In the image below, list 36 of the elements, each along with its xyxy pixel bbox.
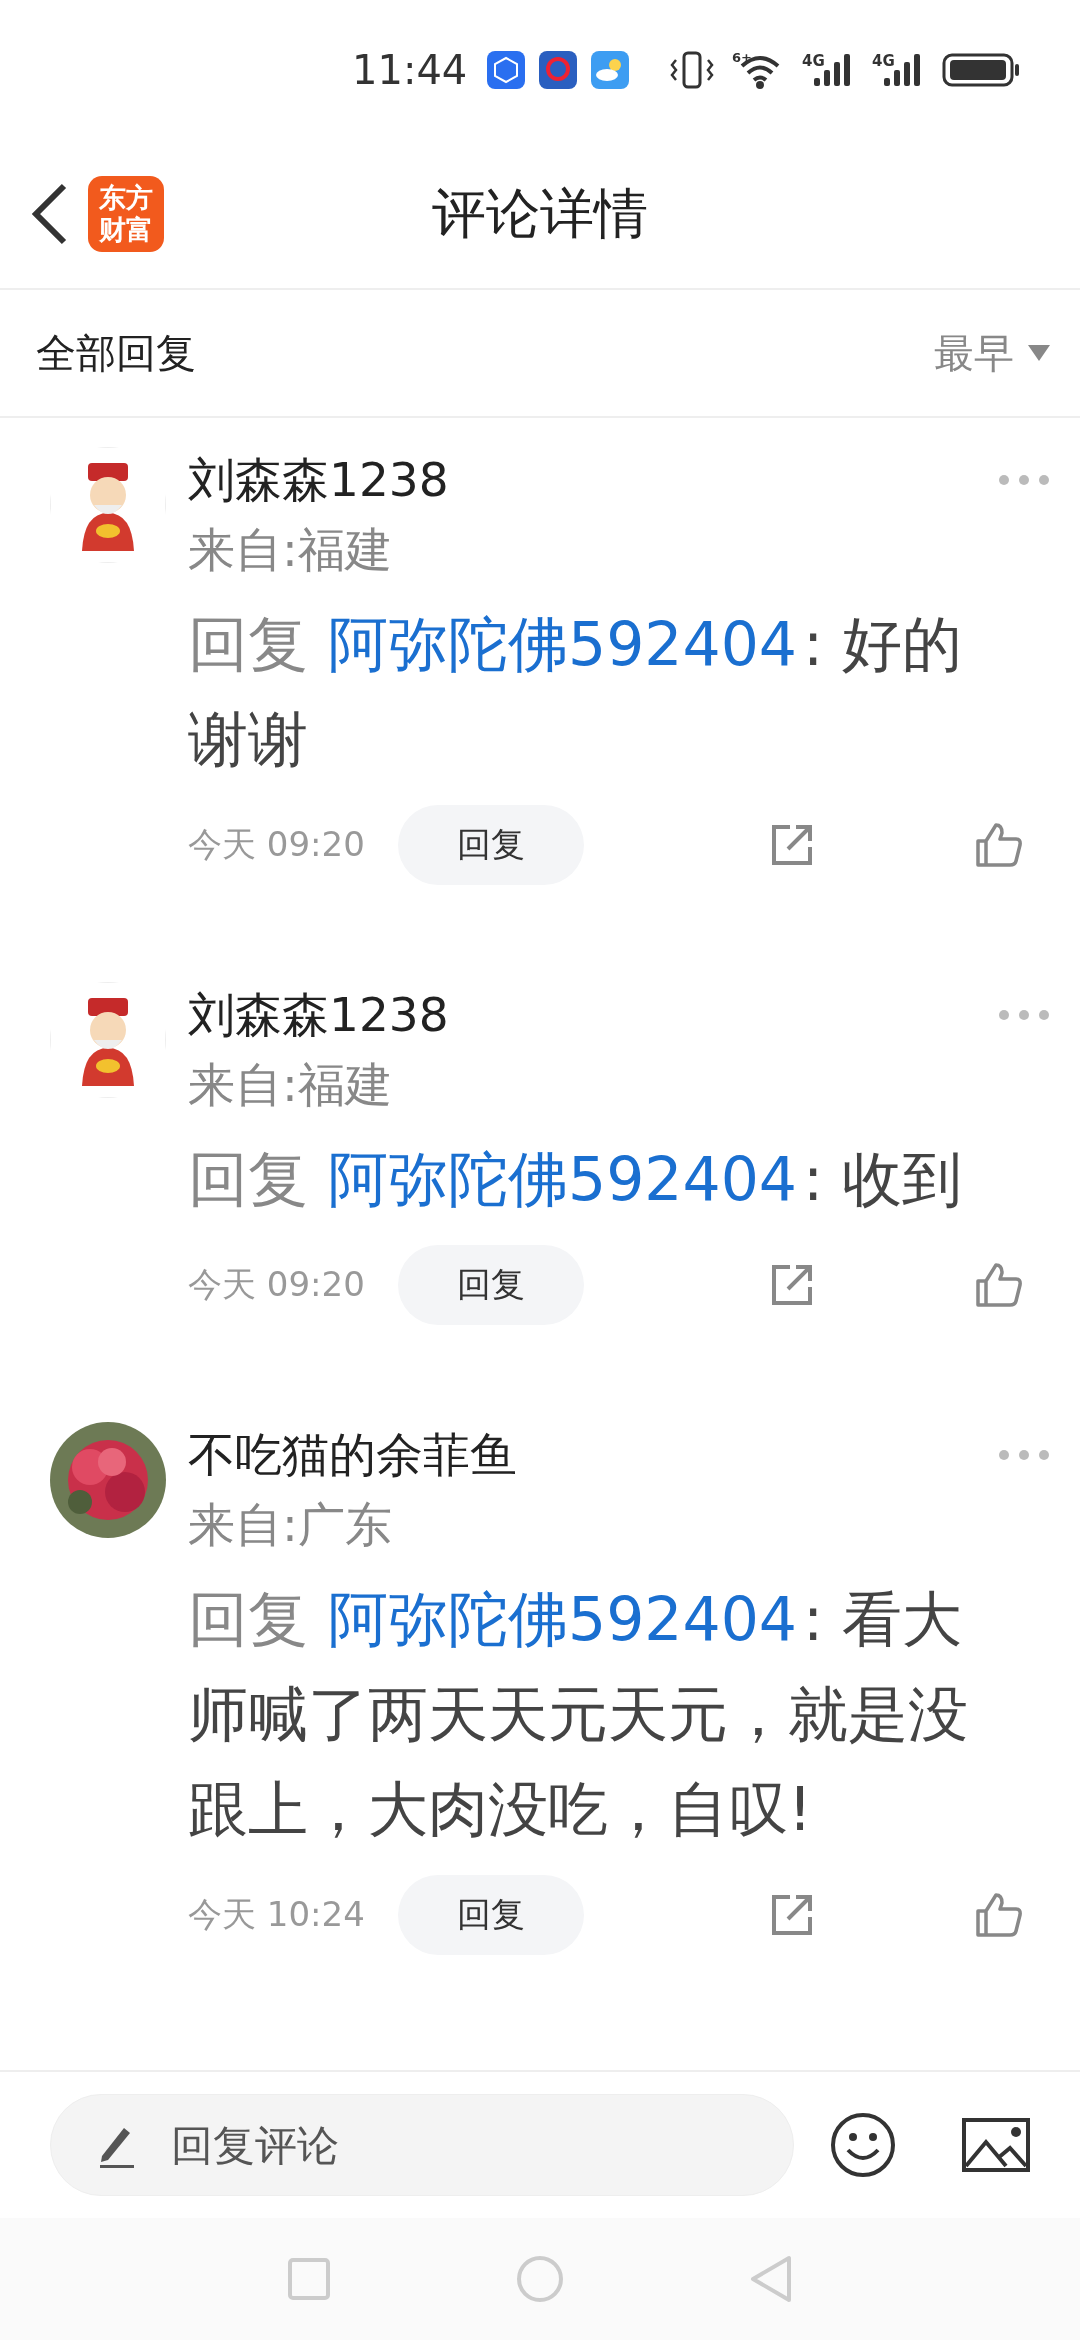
reply-button[interactable]: 回复 — [398, 1245, 584, 1325]
more-icon[interactable] — [998, 474, 1050, 486]
caret-icon — [1028, 345, 1050, 361]
reply-input-field[interactable]: 回复评论 — [50, 2094, 794, 2196]
more-icon[interactable] — [998, 1449, 1050, 1461]
mention-link[interactable]: 阿弥陀佛592404 — [328, 1584, 798, 1654]
page-title: 评论详情 — [432, 181, 648, 245]
reply-button[interactable]: 回复 — [398, 1875, 584, 1955]
thumbs-up-icon[interactable] — [974, 1261, 1024, 1309]
reply-button[interactable]: 回复 — [398, 805, 584, 885]
comment-time: 今天 10:24 — [188, 1893, 366, 1936]
weather-icon — [591, 51, 630, 89]
user-location: 来自:福建 — [188, 1056, 393, 1114]
emoji-icon[interactable] — [830, 2112, 896, 2178]
comment-text: 回复 阿弥陀佛592404: 好的谢谢 — [188, 608, 964, 776]
sort-dropdown[interactable]: 最早 — [934, 325, 1050, 381]
section-label: 全部回复 — [36, 328, 196, 378]
user-name[interactable]: 不吃猫的余菲鱼 — [188, 1423, 517, 1487]
thumbs-up-icon[interactable] — [974, 1891, 1024, 1939]
status-time: 11:44 — [352, 47, 468, 93]
more-icon[interactable] — [998, 1009, 1050, 1021]
mention-link[interactable]: 阿弥陀佛592404 — [328, 1144, 798, 1214]
user-location: 来自:福建 — [188, 521, 393, 579]
user-location: 来自:广东 — [188, 1496, 393, 1554]
comment-time: 今天 09:20 — [188, 823, 366, 866]
comment-time: 今天 09:20 — [188, 1263, 366, 1306]
thumbs-up-icon[interactable] — [974, 821, 1024, 869]
user-name[interactable]: 刘森森1238 — [188, 448, 449, 512]
vibrate-icon — [670, 50, 714, 90]
app-logo: 东方财富 — [88, 176, 164, 252]
mention-link[interactable]: 阿弥陀佛592404 — [328, 609, 798, 679]
user-name[interactable]: 刘森森1238 — [188, 983, 449, 1047]
comment-text: 回复 阿弥陀佛592404: 看大师喊了两天天元天元，就是没跟上，大肉没吃，自叹! — [188, 1583, 969, 1846]
comment-text: 回复 阿弥陀佛592404: 收到 — [188, 1143, 964, 1216]
image-icon[interactable] — [962, 2118, 1030, 2172]
app-icon — [539, 51, 578, 89]
